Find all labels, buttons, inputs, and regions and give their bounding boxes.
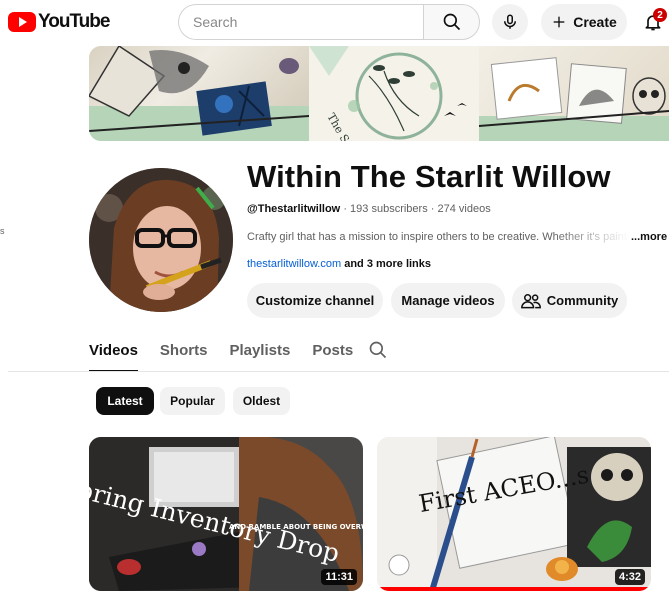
voice-search-button[interactable] <box>492 4 528 40</box>
banner-panel-right <box>479 46 669 141</box>
tab-videos[interactable]: Videos <box>89 330 138 372</box>
tab-shorts[interactable]: Shorts <box>160 330 208 370</box>
channel-banner: The Star <box>89 46 669 141</box>
description-more-button[interactable]: ...more <box>631 231 667 243</box>
video-duration: 11:31 <box>321 569 357 585</box>
logo-text: YouTube <box>38 11 110 32</box>
people-icon <box>520 293 541 308</box>
plus-icon <box>553 16 565 28</box>
chip-oldest[interactable]: Oldest <box>233 387 290 415</box>
meta-separator: · <box>343 203 347 215</box>
thumbnail-subtitle-overlay: AND RAMBLE ABOUT BEING OVERWHELMED <box>229 523 363 531</box>
video-thumbnail[interactable]: Spring Inventory Drop AND RAMBLE ABOUT B… <box>89 437 363 591</box>
search-button[interactable] <box>423 4 480 40</box>
channel-links: thestarlitwillow.com and 3 more links <box>247 258 431 270</box>
manage-videos-label: Manage videos <box>401 293 495 308</box>
customize-channel-label: Customize channel <box>255 293 375 308</box>
chip-latest[interactable]: Latest <box>96 387 154 415</box>
banner-art-left <box>89 46 309 141</box>
top-bar: YouTube Create 2 <box>0 0 669 44</box>
video-count: 274 videos <box>437 203 491 215</box>
search-input[interactable] <box>178 4 423 40</box>
subscriber-count: 193 subscribers <box>350 203 428 215</box>
channel-link[interactable]: thestarlitwillow.com <box>247 258 341 270</box>
search-bar <box>178 4 480 40</box>
meta-separator: · <box>430 203 435 215</box>
notifications-button[interactable]: 2 <box>635 4 669 40</box>
channel-tabs: Videos Shorts Playlists Posts <box>89 330 375 372</box>
thumbnail-image: First ACEO...s <box>377 437 651 591</box>
tab-playlists[interactable]: Playlists <box>229 330 290 370</box>
banner-script-text: The Star <box>324 111 360 141</box>
create-button[interactable]: Create <box>541 4 627 40</box>
more-links-button[interactable]: and 3 more links <box>344 258 431 270</box>
banner-panel-left <box>89 46 309 141</box>
search-icon <box>443 13 460 31</box>
youtube-play-icon <box>8 12 36 32</box>
channel-search-icon[interactable] <box>368 340 388 360</box>
channel-handle[interactable]: @Thestarlitwillow <box>247 203 340 215</box>
channel-avatar[interactable] <box>89 168 233 312</box>
chip-popular[interactable]: Popular <box>160 387 225 415</box>
community-label: Community <box>546 293 619 308</box>
microphone-icon <box>504 14 516 29</box>
create-label: Create <box>573 14 617 30</box>
video-thumbnail[interactable]: First ACEO...s 4:32 <box>377 437 651 591</box>
tabs-divider <box>8 371 669 372</box>
notification-badge: 2 <box>653 8 667 22</box>
youtube-logo[interactable]: YouTube <box>8 11 110 33</box>
channel-description[interactable]: Crafty girl that has a mission to inspir… <box>247 231 669 243</box>
description-text: Crafty girl that has a mission to inspir… <box>247 231 629 243</box>
avatar-portrait <box>89 168 233 312</box>
channel-name: Within The Starlit Willow <box>247 159 611 194</box>
thumbnail-image: Spring Inventory Drop AND RAMBLE ABOUT B… <box>89 437 363 591</box>
banner-art-center: The Star <box>309 46 467 141</box>
video-duration: 4:32 <box>614 569 645 585</box>
tab-posts[interactable]: Posts <box>312 330 353 370</box>
customize-channel-button[interactable]: Customize channel <box>247 283 383 318</box>
sidebar-partial-label: s <box>0 226 5 236</box>
banner-art-right <box>479 57 669 141</box>
community-button[interactable]: Community <box>512 283 627 318</box>
banner-panel-center: The Star <box>309 46 479 141</box>
channel-meta: @Thestarlitwillow · 193 subscribers · 27… <box>247 203 491 215</box>
manage-videos-button[interactable]: Manage videos <box>391 283 505 318</box>
